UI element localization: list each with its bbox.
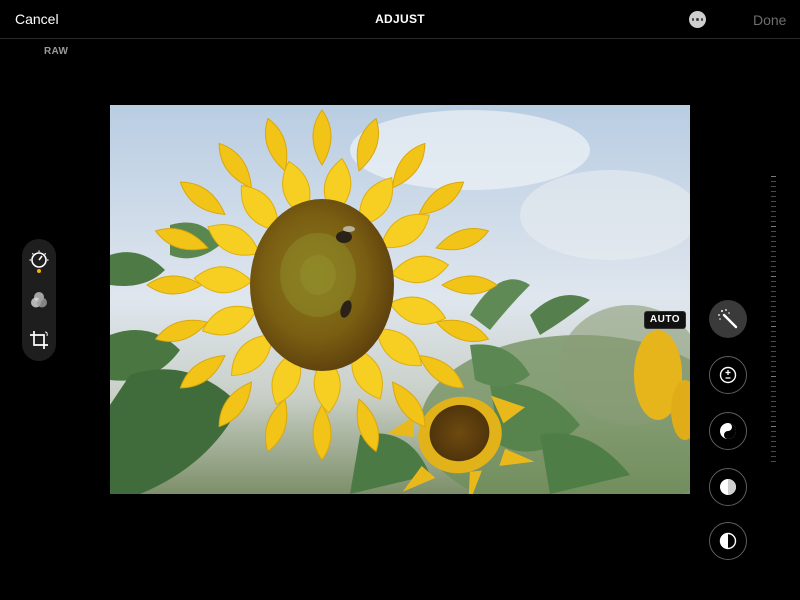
slider-tick <box>771 416 776 417</box>
slider-tick <box>771 251 776 252</box>
slider-tick <box>771 206 776 207</box>
slider-tick <box>771 426 776 427</box>
slider-tick <box>771 286 776 287</box>
tool-panel <box>22 239 56 361</box>
brilliance-button[interactable] <box>709 412 747 450</box>
slider-tick <box>771 401 776 402</box>
slider-tick <box>771 341 776 342</box>
slider-tick <box>771 326 776 327</box>
slider-tick <box>771 361 776 362</box>
slider-tick <box>771 351 776 352</box>
slider-tick <box>771 181 776 182</box>
slider-tick <box>771 276 776 277</box>
shadows-button[interactable] <box>709 522 747 560</box>
slider-tick <box>771 311 776 312</box>
filters-tool-button[interactable] <box>27 288 51 312</box>
slider-tick <box>771 216 776 217</box>
slider-tick <box>771 301 776 302</box>
adjustment-slider[interactable] <box>766 176 780 464</box>
highlights-icon <box>720 479 736 495</box>
shadows-icon <box>719 532 737 550</box>
slider-tick <box>771 221 776 222</box>
slider-tick <box>771 336 776 337</box>
auto-enhance-button[interactable] <box>709 300 747 338</box>
page-title: ADJUST <box>375 12 425 26</box>
sunflower-photo <box>110 105 690 494</box>
raw-badge: RAW <box>44 46 69 57</box>
slider-tick <box>771 331 776 332</box>
slider-tick <box>771 371 776 372</box>
brilliance-icon <box>720 423 736 439</box>
slider-tick <box>771 421 776 422</box>
slider-tick <box>771 291 776 292</box>
slider-tick <box>771 461 776 462</box>
filters-icon <box>31 292 47 308</box>
slider-tick <box>771 226 776 227</box>
slider-tick <box>771 436 776 437</box>
done-button[interactable]: Done <box>753 12 786 28</box>
slider-tick <box>771 441 776 442</box>
slider-tick <box>771 256 776 257</box>
photo-preview[interactable] <box>110 105 690 494</box>
slider-tick <box>771 431 776 432</box>
slider-tick <box>771 281 776 282</box>
slider-tick <box>771 306 776 307</box>
slider-tick <box>771 246 776 247</box>
slider-tick <box>771 186 776 187</box>
slider-tick <box>771 231 776 232</box>
slider-tick <box>771 191 776 192</box>
highlights-button[interactable] <box>709 468 747 506</box>
slider-tick <box>771 451 776 452</box>
slider-tick <box>771 346 776 347</box>
top-bar: Cancel ADJUST Done <box>0 0 800 39</box>
slider-tick <box>771 446 776 447</box>
slider-tick <box>771 381 776 382</box>
crop-tool-button[interactable] <box>27 328 51 352</box>
slider-tick <box>771 356 776 357</box>
slider-tick <box>771 366 776 367</box>
slider-tick <box>771 396 776 397</box>
slider-tick <box>771 201 776 202</box>
slider-tick <box>771 386 776 387</box>
slider-tick <box>771 196 776 197</box>
slider-tick <box>771 236 776 237</box>
slider-tick <box>771 271 776 272</box>
slider-tick <box>771 411 776 412</box>
magic-wand-icon <box>718 309 738 329</box>
exposure-icon <box>719 366 737 384</box>
slider-tick <box>771 261 776 262</box>
slider-tick <box>771 316 776 317</box>
slider-tick <box>771 176 776 177</box>
slider-tick <box>771 456 776 457</box>
slider-tick <box>771 376 776 377</box>
slider-tick <box>771 321 776 322</box>
slider-tick <box>771 391 776 392</box>
dial-icon <box>29 250 49 268</box>
slider-tick <box>771 266 776 267</box>
selected-tool-indicator <box>37 269 41 273</box>
slider-tick <box>771 241 776 242</box>
crop-icon <box>30 331 48 349</box>
exposure-button[interactable] <box>709 356 747 394</box>
slider-tick <box>771 211 776 212</box>
slider-tick <box>771 296 776 297</box>
slider-tick <box>771 406 776 407</box>
more-options-icon[interactable] <box>689 11 706 28</box>
auto-label: AUTO <box>644 311 686 329</box>
